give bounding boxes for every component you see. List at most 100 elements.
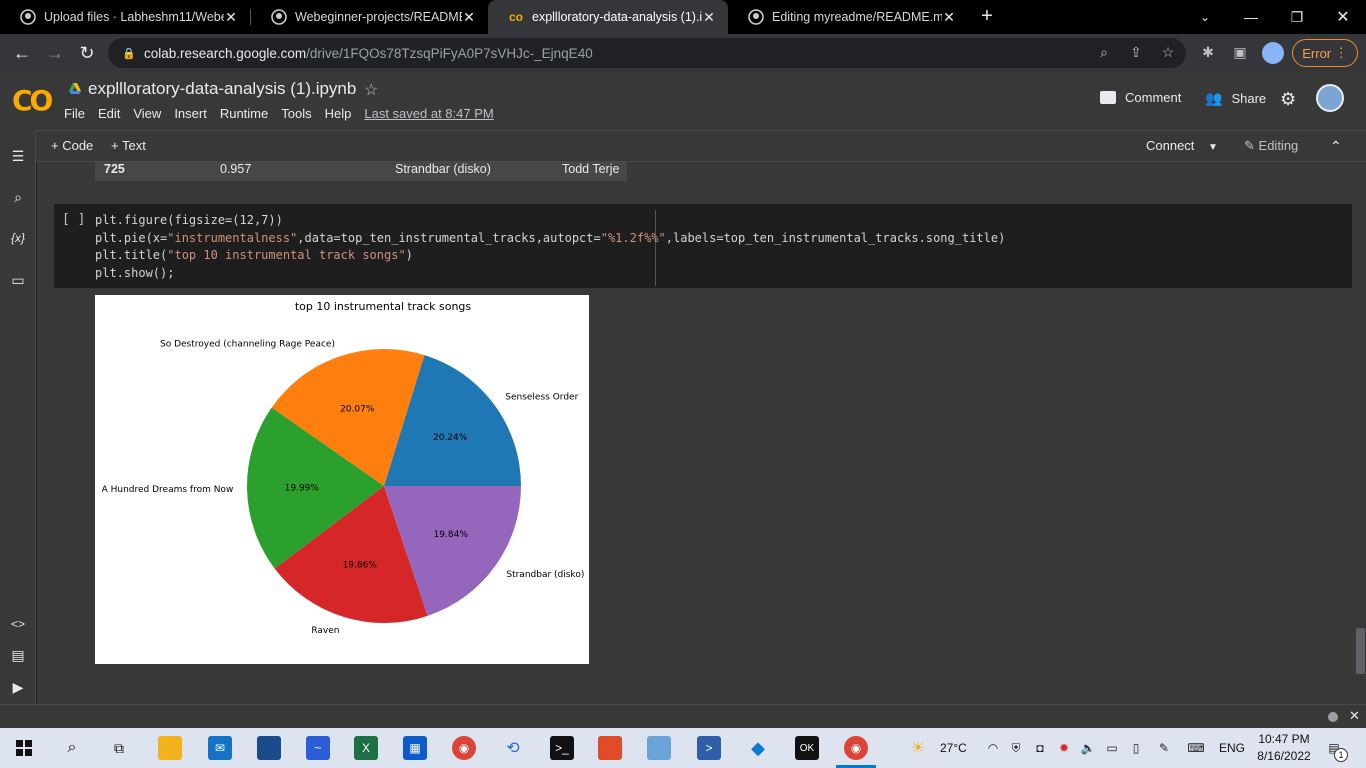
security-shield-icon[interactable]: ⛨ (1008, 740, 1024, 756)
close-icon[interactable]: ✕ (224, 9, 238, 26)
antivirus-icon[interactable]: ✹ (1056, 740, 1072, 756)
menu-tools[interactable]: Tools (281, 106, 311, 121)
code-snippets-icon[interactable]: <> (8, 614, 28, 634)
tab-webeginner-readme[interactable]: Webeginner-projects/README.m ✕ (251, 0, 488, 34)
notebook-title[interactable]: expllloratory-data-analysis (1).ipynb (88, 79, 356, 99)
task-view-icon[interactable]: ⧉ (107, 736, 131, 760)
code-line: plt.title("top 10 instrumental track son… (95, 248, 413, 262)
drive-icon (68, 82, 82, 96)
reload-icon[interactable]: ↻ (75, 41, 99, 65)
excel-icon[interactable]: X (354, 736, 378, 760)
windows-start-icon[interactable] (16, 740, 32, 756)
tab-title: Webeginner-projects/README.m (295, 10, 462, 24)
notification-count: 1 (1334, 748, 1348, 762)
account-avatar[interactable] (1316, 84, 1344, 112)
add-text-button[interactable]: + Text (111, 138, 146, 153)
store-icon[interactable]: ▦ (403, 736, 427, 760)
notes-app-icon[interactable] (647, 736, 671, 760)
display-icon[interactable]: ▭ (1104, 740, 1120, 756)
table-of-contents-icon[interactable]: ☰ (8, 146, 28, 166)
error-button[interactable]: Error ⋮ (1292, 39, 1358, 67)
tab-search-icon[interactable]: ⌄ (1182, 0, 1228, 34)
colab-logo[interactable]: CO (12, 84, 53, 117)
url-host: colab.research.google.com (144, 45, 307, 61)
files-folder-icon[interactable]: ▭ (8, 270, 28, 290)
comment-button[interactable]: Comment (1100, 90, 1181, 105)
extensions-icon[interactable]: ✱ (1198, 42, 1218, 62)
search-icon[interactable]: ⌕ (60, 736, 84, 760)
last-saved-link[interactable]: Last saved at 8:47 PM (364, 106, 493, 121)
menu-runtime[interactable]: Runtime (220, 106, 268, 121)
wifi-icon[interactable]: ◠ (985, 740, 1001, 756)
weather-temp[interactable]: 27°C (940, 741, 967, 755)
code-line: plt.figure(figsize=(12,7)) (95, 213, 283, 227)
sync-app-icon[interactable]: ⟲ (501, 736, 525, 760)
side-panel-icon[interactable]: ▣ (1230, 42, 1250, 62)
menu-insert[interactable]: Insert (174, 106, 207, 121)
slice-name-label: Strandbar (disko) (506, 570, 584, 580)
star-icon[interactable]: ☆ (364, 80, 378, 100)
pencil-icon: ✎ (1244, 138, 1255, 153)
tab-colab-notebook[interactable]: co expllloratory-data-analysis (1).ipy ✕ (488, 0, 728, 34)
menu-edit[interactable]: Edit (98, 106, 120, 121)
scrollbar-thumb[interactable] (1356, 628, 1365, 674)
chrome-icon[interactable]: ◉ (452, 736, 476, 760)
keyboard-icon[interactable]: ⌨ (1184, 740, 1208, 756)
new-tab-button[interactable]: + (976, 5, 998, 29)
ok-app-icon[interactable]: OK (795, 736, 819, 760)
connect-button[interactable]: Connect ▼ (1146, 138, 1218, 153)
collapse-header-icon[interactable]: ⌃ (1330, 138, 1342, 155)
status-dot-icon (1328, 712, 1338, 722)
menu-help[interactable]: Help (325, 106, 352, 121)
file-explorer-icon[interactable] (158, 736, 182, 760)
settings-gear-icon[interactable]: ⚙ (1280, 89, 1296, 110)
profile-avatar[interactable] (1262, 42, 1284, 64)
restore-button[interactable]: ❐ (1274, 0, 1320, 34)
address-bar[interactable]: 🔒 colab.research.google.com/drive/1FQOs7… (108, 38, 1186, 68)
weather-icon[interactable]: ☀ (910, 740, 926, 757)
forward-arrow-icon[interactable]: → (43, 41, 67, 65)
tab-editing-readme[interactable]: Editing myreadme/README.md ✕ (728, 0, 968, 34)
share-page-icon[interactable]: ⇪ (1126, 42, 1146, 62)
battery-icon[interactable]: ▯ (1128, 740, 1144, 756)
vscode-icon[interactable]: ◆ (746, 736, 770, 760)
code-editor[interactable]: plt.figure(figsize=(12,7)) plt.pie(x="ins… (95, 212, 1005, 282)
close-icon[interactable]: ✕ (702, 9, 716, 26)
menu-file[interactable]: File (64, 106, 85, 121)
code-cell[interactable]: [ ] plt.figure(figsize=(12,7)) plt.pie(x=… (54, 204, 1352, 288)
mail-icon[interactable]: ✉ (208, 736, 232, 760)
powershell-icon[interactable]: > (697, 736, 721, 760)
row-index: 725 (104, 162, 125, 176)
search-icon[interactable]: ⌕ (8, 187, 28, 207)
media-app-icon[interactable] (598, 736, 622, 760)
language-indicator[interactable]: ENG (1219, 741, 1245, 755)
clock-date[interactable]: 8/16/2022 (1256, 749, 1312, 763)
cmd-icon[interactable]: >_ (550, 736, 574, 760)
windows-taskbar: ⌕ ⧉ ✉ ~ X ▦ ◉ ⟲ >_ > ◆ OK ◉ ☀ 27°C ◠ ⛨ ◘… (0, 728, 1366, 768)
terminal-icon[interactable]: ▶ (8, 677, 28, 697)
back-arrow-icon[interactable]: ← (10, 41, 34, 65)
lenovo-app-icon[interactable] (257, 736, 281, 760)
zoom-icon[interactable]: ⌕ (1094, 42, 1114, 62)
command-palette-icon[interactable]: ▤ (8, 645, 28, 665)
tab-upload-files[interactable]: Upload files · Labheshm11/Webe ✕ (0, 0, 250, 34)
chrome-active-icon[interactable]: ◉ (844, 736, 868, 760)
pen-icon[interactable]: ✎ (1156, 740, 1172, 756)
camera-icon[interactable]: ◘ (1032, 740, 1048, 756)
close-icon[interactable]: ✕ (942, 9, 956, 26)
add-code-button[interactable]: + Code (51, 138, 93, 153)
run-cell-button[interactable]: [ ] (62, 212, 85, 227)
error-label: Error (1302, 45, 1332, 61)
close-icon[interactable]: ✕ (462, 9, 476, 26)
close-window-button[interactable]: ✕ (1320, 0, 1366, 34)
share-button[interactable]: 👥 Share (1205, 90, 1266, 107)
whiteboard-icon[interactable]: ~ (306, 736, 330, 760)
bookmark-star-icon[interactable]: ☆ (1158, 42, 1178, 62)
volume-icon[interactable]: 🔈 (1080, 740, 1096, 756)
close-icon[interactable]: ✕ (1349, 708, 1360, 724)
variables-icon[interactable]: {x} (8, 228, 28, 248)
menu-view[interactable]: View (133, 106, 161, 121)
minimize-button[interactable]: — (1228, 0, 1274, 34)
clock-time[interactable]: 10:47 PM (1258, 732, 1310, 746)
editing-mode-button[interactable]: ✎ Editing (1244, 138, 1298, 154)
